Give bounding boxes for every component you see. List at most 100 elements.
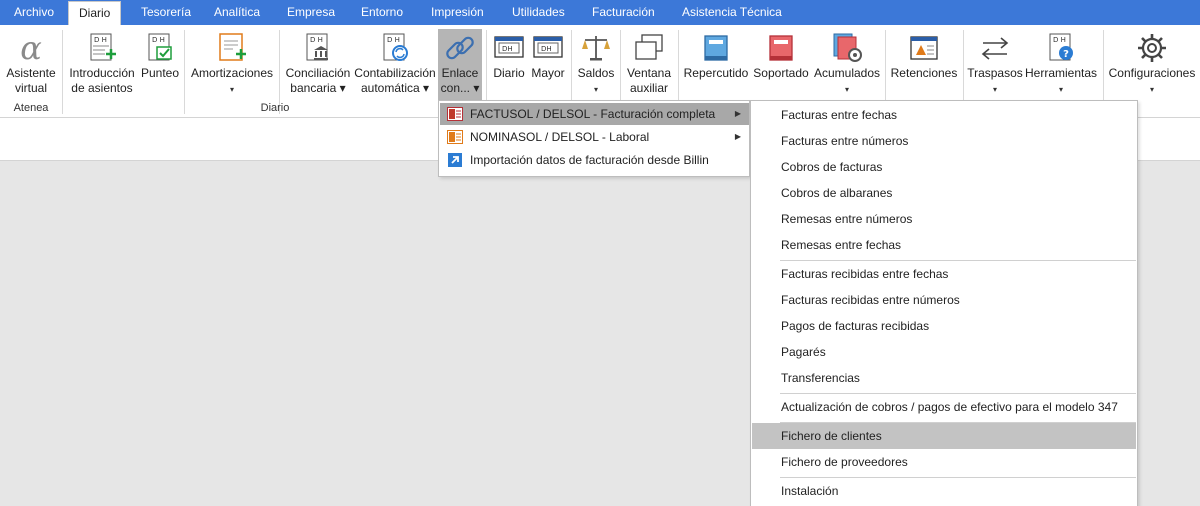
button-label: Herramientas — [1024, 66, 1098, 80]
menu-item-facturas-recibidas-entre-fechas[interactable]: Facturas recibidas entre fechas — [752, 261, 1136, 287]
button-label: Contabilización — [354, 66, 436, 80]
menu-item-cobros-de-facturas[interactable]: Cobros de facturas — [752, 154, 1136, 180]
button-label: auxiliar — [629, 81, 668, 95]
menu-item-facturas-recibidas-entre-numeros[interactable]: Facturas recibidas entre números — [752, 287, 1136, 313]
tab-facturacion[interactable]: Facturación — [582, 0, 665, 25]
retenciones-button[interactable]: Retenciones — [888, 29, 960, 101]
amortization-icon — [219, 33, 246, 61]
menu-item-transferencias[interactable]: Transferencias — [752, 365, 1136, 391]
menu-item-factusol[interactable]: FACTUSOL / DELSOL - Facturación completa… — [440, 103, 749, 125]
menu-item-label: NOMINASOL / DELSOL - Laboral — [470, 130, 650, 144]
button-label: Asistente — [6, 66, 56, 80]
button-label: Punteo — [140, 66, 180, 80]
punteo-button[interactable]: D H Punteo — [140, 29, 180, 101]
tab-diario[interactable]: Diario — [68, 1, 122, 25]
group-label-atenea: Atenea — [13, 102, 49, 114]
nominasol-icon — [447, 130, 463, 144]
mayor-button[interactable]: DH Mayor — [528, 29, 568, 101]
button-label: Acumulados — [813, 66, 881, 80]
balance-scale-icon — [582, 36, 610, 61]
button-label: Diario — [493, 66, 525, 80]
chevron-down-icon: ▾ — [1149, 85, 1154, 94]
herramientas-button[interactable]: D H ? Herramientas ▾ — [1024, 29, 1098, 101]
svg-text:D H: D H — [94, 36, 107, 44]
factusol-icon — [447, 107, 463, 121]
soportado-button[interactable]: Soportado — [751, 29, 811, 101]
check-entry-icon: D H — [148, 33, 172, 61]
button-label: con... ▾ — [440, 81, 480, 95]
chevron-down-icon: ▾ — [844, 85, 849, 94]
asistente-virtual-button[interactable]: α Asistente virtual — [2, 29, 60, 101]
tab-empresa[interactable]: Empresa — [277, 0, 345, 25]
menu-item-fichero-de-proveedores[interactable]: Fichero de proveedores — [752, 449, 1136, 475]
menu-item-pagos-facturas-recibidas[interactable]: Pagos de facturas recibidas — [752, 313, 1136, 339]
withholding-icon — [910, 36, 938, 60]
tab-analitica[interactable]: Analítica — [204, 0, 270, 25]
acumulados-button[interactable]: Acumulados ▾ — [812, 29, 882, 101]
repercutido-button[interactable]: Repercutido — [682, 29, 750, 101]
introduccion-asientos-button[interactable]: D H Introducción de asientos — [66, 29, 138, 101]
menu-item-label: FACTUSOL / DELSOL - Facturación completa — [470, 107, 716, 121]
tab-utilidades[interactable]: Utilidades — [502, 0, 575, 25]
book-red-icon — [769, 35, 793, 61]
button-label: Ventana — [626, 66, 672, 80]
diario-button[interactable]: DH Diario — [490, 29, 528, 101]
transfer-arrows-icon — [981, 37, 1009, 60]
button-label: de asientos — [71, 81, 133, 95]
button-label: bancaria ▾ — [290, 81, 346, 95]
menu-item-instalacion[interactable]: Instalación — [752, 478, 1136, 504]
svg-text:?: ? — [1063, 49, 1069, 60]
menu-tab-bar: Archivo Diario Tesorería Analítica Empre… — [0, 0, 1200, 25]
button-label: automática ▾ — [360, 81, 430, 95]
ventana-auxiliar-button[interactable]: Ventana auxiliar — [623, 29, 675, 101]
button-label: Introducción — [69, 66, 135, 80]
menu-item-cobros-de-albaranes[interactable]: Cobros de albaranes — [752, 180, 1136, 206]
menu-item-remesas-entre-numeros[interactable]: Remesas entre números — [752, 206, 1136, 232]
menu-item-actualizacion-modelo-347[interactable]: Actualización de cobros / pagos de efect… — [752, 394, 1136, 420]
svg-text:D H: D H — [310, 36, 323, 44]
tab-impresion[interactable]: Impresión — [421, 0, 494, 25]
conciliacion-bancaria-button[interactable]: D H Conciliación bancaria ▾ — [283, 29, 353, 101]
svg-text:α: α — [20, 31, 42, 65]
factusol-submenu: Facturas entre fechas Facturas entre núm… — [750, 100, 1138, 506]
button-label: virtual — [14, 81, 47, 95]
book-gear-icon — [833, 33, 862, 62]
book-blue-icon — [704, 35, 728, 61]
chevron-down-icon: ▾ — [992, 85, 997, 94]
tools-icon: D H ? — [1049, 33, 1073, 61]
menu-item-importacion-billin[interactable]: Importación datos de facturación desde B… — [440, 149, 749, 171]
tab-asistencia-tecnica[interactable]: Asistencia Técnica — [672, 0, 792, 25]
alpha-icon: α — [20, 31, 42, 65]
menu-item-facturas-entre-numeros[interactable]: Facturas entre números — [752, 128, 1136, 154]
new-entry-icon: D H — [90, 33, 116, 61]
menu-item-facturas-entre-fechas[interactable]: Facturas entre fechas — [752, 102, 1136, 128]
menu-item-pagares[interactable]: Pagarés — [752, 339, 1136, 365]
journal-icon: DH — [494, 36, 524, 58]
button-label: Configuraciones — [1108, 66, 1196, 80]
button-label: Enlace — [441, 66, 479, 80]
menu-item-nominasol[interactable]: NOMINASOL / DELSOL - Laboral ▶ — [440, 126, 749, 148]
amortizaciones-button[interactable]: Amortizaciones ▾ — [188, 29, 276, 101]
button-label: Mayor — [531, 66, 565, 80]
tab-tesoreria[interactable]: Tesorería — [131, 0, 201, 25]
enlace-con-button[interactable]: Enlace con... ▾ — [438, 29, 482, 101]
menu-item-remesas-entre-fechas[interactable]: Remesas entre fechas — [752, 232, 1136, 258]
contabilizacion-automatica-button[interactable]: D H Contabilización automática ▾ — [353, 29, 437, 101]
menu-item-label: Importación datos de facturación desde B… — [470, 153, 709, 167]
tab-entorno[interactable]: Entorno — [351, 0, 413, 25]
menu-item-fichero-de-clientes[interactable]: Fichero de clientes — [752, 423, 1136, 449]
configuraciones-button[interactable]: Configuraciones ▾ — [1106, 29, 1198, 101]
tab-archivo[interactable]: Archivo — [4, 0, 64, 25]
group-label-diario: Diario — [260, 102, 290, 114]
button-label: Saldos — [577, 66, 615, 80]
window-icon — [635, 34, 663, 60]
gear-icon — [1138, 34, 1166, 62]
auto-post-icon: D H — [383, 33, 408, 61]
link-icon — [446, 36, 474, 60]
saldos-button[interactable]: Saldos ▾ — [574, 29, 618, 101]
svg-text:D H: D H — [152, 36, 165, 44]
submenu-arrow-icon: ▶ — [734, 132, 741, 141]
svg-text:D H: D H — [387, 36, 400, 44]
traspasos-button[interactable]: Traspasos ▾ — [966, 29, 1024, 101]
button-label: Retenciones — [890, 66, 958, 80]
